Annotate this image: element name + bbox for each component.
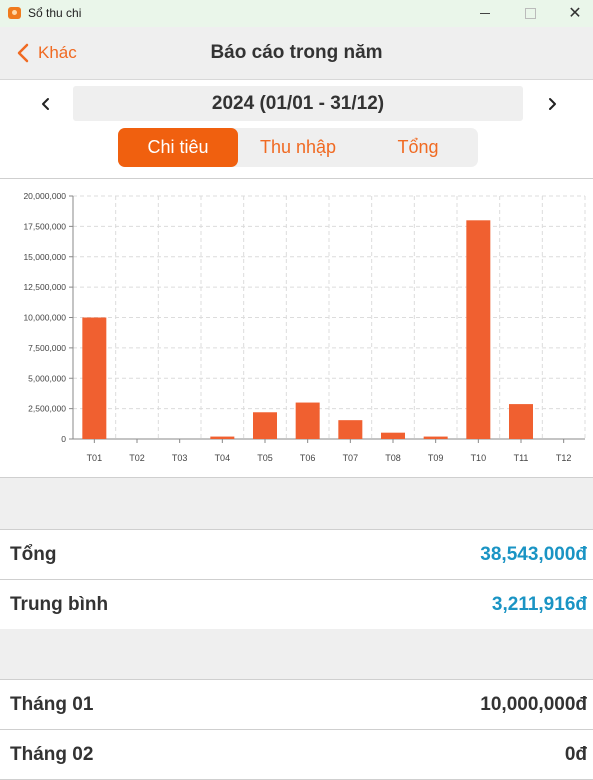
y-tick-label: 12,500,000 (23, 282, 66, 292)
period-panel: 2024 (01/01 - 31/12) Chi tiêu Thu nhập T… (0, 80, 593, 179)
maximize-icon (524, 8, 536, 19)
bar (253, 412, 277, 439)
total-label: Tổng (10, 543, 57, 565)
bar (295, 402, 320, 439)
close-icon: ✕ (568, 4, 582, 22)
spacer (0, 629, 593, 680)
y-tick-label: 2,500,000 (28, 404, 66, 414)
window-title: Sổ thu chi (28, 6, 82, 20)
x-tick-label: T09 (428, 453, 444, 463)
total-row: Tổng 38,543,000đ (0, 530, 593, 580)
tab-chi-tieu[interactable]: Chi tiêu (118, 128, 238, 167)
x-tick-label: T12 (556, 453, 572, 463)
previous-period-icon[interactable] (34, 92, 58, 116)
x-tick-label: T02 (129, 453, 145, 463)
x-tick-label: T03 (172, 453, 188, 463)
average-value: 3,211,916đ (491, 593, 587, 615)
x-tick-label: T11 (514, 453, 529, 463)
x-tick-label: T01 (87, 453, 103, 463)
bar-chart: 0 2,500,000 5,000,000 7,500,000 10,000,000 12… (23, 191, 586, 463)
month-value: 10,000,000đ (480, 693, 587, 715)
y-tick-label: 17,500,000 (23, 221, 66, 231)
y-tick-label: 20,000,000 (23, 191, 66, 201)
list-item[interactable]: Tháng 02 0đ (0, 730, 593, 780)
next-period-icon[interactable] (540, 92, 564, 116)
bar (210, 436, 235, 439)
maximize-button[interactable] (510, 0, 550, 27)
x-tick-label: T07 (343, 453, 359, 463)
month-label: Tháng 01 (10, 693, 94, 715)
y-tick-label: 7,500,000 (28, 343, 66, 353)
bar (509, 404, 533, 439)
period-selector[interactable]: 2024 (01/01 - 31/12) (73, 86, 523, 121)
page-title: Báo cáo trong năm (210, 42, 383, 63)
minimize-button[interactable] (465, 0, 505, 27)
spacer (0, 478, 593, 530)
window-titlebar: Sổ thu chi ✕ (0, 0, 593, 27)
average-row: Trung bình 3,211,916đ (0, 580, 593, 630)
close-button[interactable]: ✕ (555, 0, 593, 27)
bar (381, 432, 405, 439)
app-icon (8, 7, 21, 19)
navigation-bar: Khác Báo cáo trong năm (0, 27, 593, 80)
x-tick-label: T04 (215, 453, 231, 463)
total-value: 38,543,000đ (480, 543, 587, 565)
bar (423, 436, 448, 439)
y-tick-label: 0 (61, 434, 66, 444)
tab-tong[interactable]: Tổng (358, 128, 478, 167)
bar (466, 220, 491, 439)
y-tick-label: 5,000,000 (28, 373, 66, 383)
x-tick-label: T10 (471, 453, 487, 463)
x-tick-label: T08 (385, 453, 401, 463)
x-tick-label: T06 (300, 453, 316, 463)
y-tick-label: 10,000,000 (23, 313, 66, 323)
type-segmented-control: Chi tiêu Thu nhập Tổng (118, 128, 478, 167)
x-tick-label: T05 (257, 453, 273, 463)
chart-container: 0 2,500,000 5,000,000 7,500,000 10,000,000 12… (0, 179, 593, 478)
tab-thu-nhap[interactable]: Thu nhập (238, 128, 358, 167)
bar (82, 317, 107, 439)
month-value: 0đ (564, 743, 587, 765)
y-tick-label: 15,000,000 (23, 252, 66, 262)
average-label: Trung bình (10, 593, 109, 615)
list-item[interactable]: Tháng 01 10,000,000đ (0, 680, 593, 730)
bar (338, 420, 363, 439)
month-label: Tháng 02 (10, 743, 94, 765)
minimize-icon (480, 13, 490, 14)
period-label: 2024 (01/01 - 31/12) (211, 92, 385, 114)
